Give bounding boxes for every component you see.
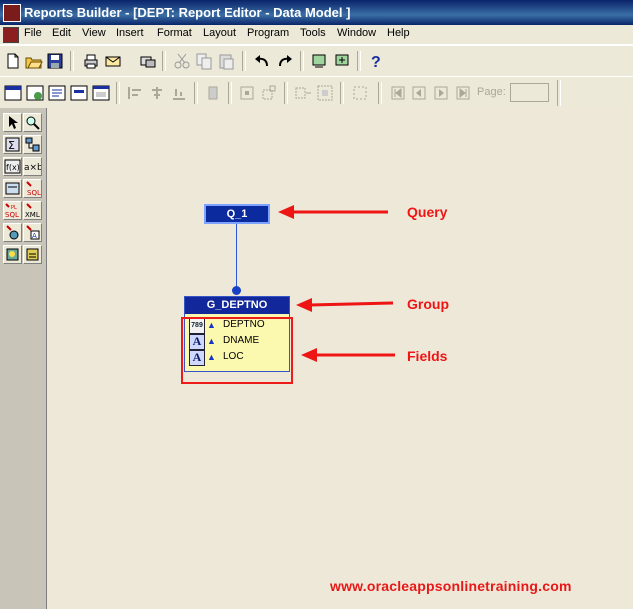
- website-watermark: www.oracleappsonlinetraining.com: [330, 578, 572, 594]
- fields-annotation: Fields: [407, 348, 448, 364]
- fields-arrow: [301, 348, 395, 362]
- group-annotation: Group: [407, 296, 449, 312]
- query-annotation: Query: [407, 204, 448, 220]
- query-arrow: [278, 205, 388, 219]
- annotation-arrows: [278, 205, 395, 362]
- group-arrow: [296, 298, 394, 312]
